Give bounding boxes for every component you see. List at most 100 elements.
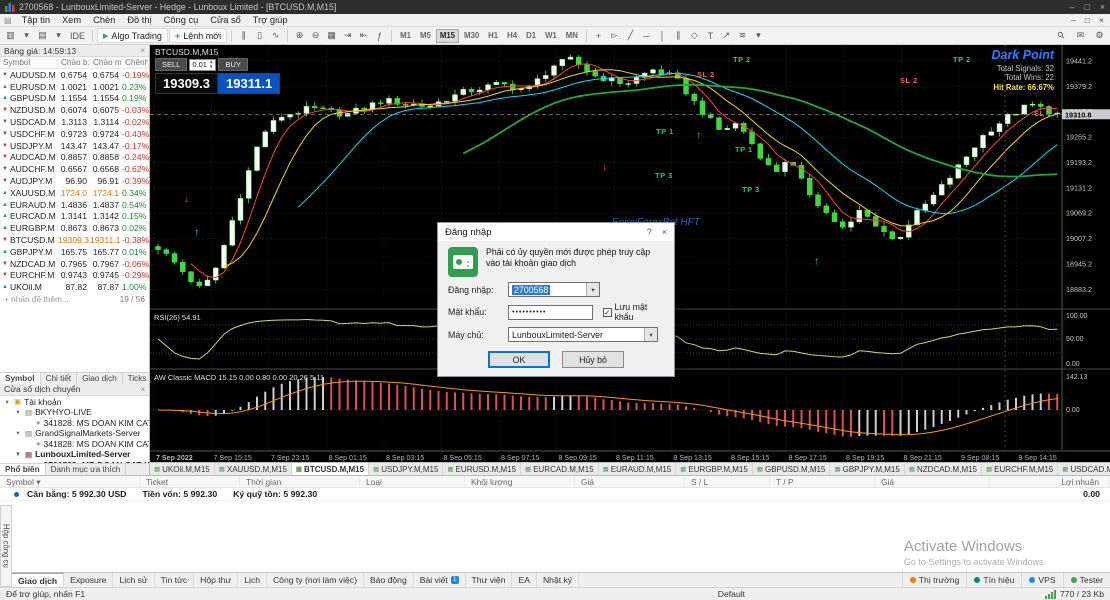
toolbox-column-10[interactable]: Lợi nhuận — [990, 476, 1110, 487]
column-header[interactable]: Chào b. — [58, 58, 90, 67]
chart-tab-eurgbp-m-m15[interactable]: ▦EURGBP.M,M15 — [676, 463, 753, 475]
market-watch-tab-giao-dịch[interactable]: Giao dịch — [77, 373, 123, 384]
navigator-tab[interactable]: Phổ biến — [0, 464, 46, 475]
toolbox-tab-b-o-ng[interactable]: Báo động — [364, 573, 414, 587]
trendline-icon[interactable]: ╱ — [623, 28, 638, 43]
timeframe-m1[interactable]: M1 — [396, 29, 415, 43]
toolbox-tab-th-vi-n[interactable]: Thư viện — [466, 573, 513, 587]
bar-chart-icon[interactable]: ∥ — [236, 28, 251, 43]
toolbox-column-8[interactable]: T / P — [770, 476, 875, 487]
close-icon[interactable]: × — [140, 46, 145, 55]
timeframe-mn[interactable]: MN — [562, 29, 582, 43]
titlebar[interactable]: 2700568 - LunbouxLimited-Server - Hedge … — [0, 0, 1110, 14]
chart-dropdown-icon[interactable]: ▾ — [19, 28, 34, 43]
timeframe-h1[interactable]: H1 — [484, 29, 502, 43]
t-n-hi-u-button[interactable]: Tín hiệu — [966, 573, 1021, 587]
line-chart-icon[interactable]: ∿ — [268, 28, 283, 43]
collapsed-toolbox-tab[interactable]: Hộp công cụ — [0, 505, 12, 587]
market-watch-row[interactable]: ▲UKOil.M87.8287.871.00% — [0, 281, 149, 293]
chart-tab-ukoil-m-m15[interactable]: ▦UKOil.M,M15 — [150, 463, 215, 475]
menu-item[interactable]: Tập tin — [16, 15, 56, 25]
timeframe-m15[interactable]: M15 — [436, 29, 459, 43]
market-watch-row[interactable]: ▼AUDCAD.M0.88570.8858-0.24% — [0, 152, 149, 164]
market-watch-add-row[interactable]: + nhấn để thêm... 19 / 56 — [0, 293, 149, 305]
market-watch-row[interactable]: ▲EURAUD.M1.48361.48370.54% — [0, 199, 149, 211]
menu-item[interactable]: Trợ giúp — [247, 15, 294, 25]
market-watch-row[interactable]: ▼BTCUSD.M19309.319311.1-0.38% — [0, 234, 149, 246]
minimize-button[interactable]: – — [1070, 2, 1075, 12]
candlestick-icon[interactable]: ▯ — [252, 28, 267, 43]
channel-icon[interactable]: ∥ — [671, 28, 686, 43]
toolbox-column-5[interactable]: Khối lượng — [465, 476, 575, 487]
tree-item[interactable]: ▾▤GrandSignalMarkets-Server — [0, 428, 149, 439]
objects-dropdown-icon[interactable]: ▾ — [751, 28, 766, 43]
dialog-close-button[interactable]: × — [662, 227, 667, 237]
tree-item[interactable]: ●341828: MS DOAN KIM CAT I — [0, 439, 149, 450]
metaeditor-button[interactable]: IDE — [67, 28, 88, 43]
chevron-down-icon[interactable]: ▾ — [586, 283, 599, 296]
indicators-icon[interactable]: ƒ — [372, 28, 387, 43]
autoscroll-icon[interactable]: ⇥ — [340, 28, 355, 43]
chart-tab-xauusd-m-m15[interactable]: ▦XAUUSD.M,M15 — [215, 463, 292, 475]
shapes-icon[interactable]: ◇ — [687, 28, 702, 43]
close-icon[interactable]: × — [140, 385, 145, 394]
market-watch-row[interactable]: ▼NZDCAD.M0.79650.7967-0.06% — [0, 258, 149, 270]
password-field[interactable]: •••••••••• — [508, 305, 593, 320]
toolbox-columns[interactable]: Symbol ▾TicketThời gianLoạiKhối lượngGiá… — [0, 476, 1110, 488]
account-balance-row[interactable]: Cân bằng: 5 992.30 USD Tiền vốn: 5 992.3… — [0, 488, 1110, 501]
volume-spin-icons[interactable]: ▲▼ — [209, 60, 213, 69]
timeframe-w1[interactable]: W1 — [541, 29, 561, 43]
vertical-line-icon[interactable]: │ — [655, 28, 670, 43]
toolbox-column-9[interactable]: Giá — [875, 476, 990, 487]
toolbox-tab-tin-t-c[interactable]: Tin tức — [155, 573, 194, 587]
market-watch-row[interactable]: ▼AUDUSD.M0.67540.6754-0.19% — [0, 69, 149, 81]
market-watch-tab-symbol[interactable]: Symbol — [0, 373, 41, 384]
toolbox-column-3[interactable]: Thời gian — [240, 476, 360, 487]
tree-item[interactable]: ▾▤LunbouxLimited-Server — [0, 449, 149, 460]
twisty-icon[interactable]: ▾ — [14, 429, 22, 437]
profiles-dropdown-icon[interactable]: ▾ — [51, 28, 66, 43]
toolbox-tab-nh-t-k-[interactable]: Nhật ký — [537, 573, 579, 587]
toolbox-tab-h-p-th-[interactable]: Hộp thư — [194, 573, 238, 587]
chart-tab-btcusd-m-m15[interactable]: ▦BTCUSD.M,M15 — [292, 463, 369, 475]
toolbox-column-7[interactable]: S / L — [685, 476, 770, 487]
profile-selector[interactable]: Default — [718, 589, 745, 599]
twisty-icon[interactable]: ▾ — [14, 450, 22, 458]
buy-button[interactable]: BUY — [218, 58, 247, 71]
chart-tab-eurcad-m-m15[interactable]: ▦EURCAD.M,M15 — [521, 463, 599, 475]
chart-tab-gbpusd-m-m15[interactable]: ▦GBPUSD.M,M15 — [753, 463, 831, 475]
toolbox-tab-ea[interactable]: EA — [512, 573, 536, 587]
timeframe-m5[interactable]: M5 — [416, 29, 435, 43]
toolbox-tab-c-ng-ty-n-i-l-m-vi-c-[interactable]: Công ty (nơi làm việc) — [267, 573, 364, 587]
chevron-down-icon[interactable]: ▾ — [644, 328, 657, 341]
market-watch-header[interactable]: Bảng giá: 14:59:13 × — [0, 45, 149, 57]
arrow-tool-icon[interactable]: ↗ — [719, 28, 734, 43]
menu-item[interactable]: Cửa sổ — [204, 15, 247, 25]
dialog-help-button[interactable]: ? — [647, 227, 652, 237]
toolbox-tab-l-ch[interactable]: Lịch — [238, 573, 267, 587]
bid-price[interactable]: 19309.3 — [155, 73, 218, 94]
volume-stepper[interactable]: 0.01 ▲▼ — [189, 59, 216, 71]
chart-tab-gbpjpy-m-m15[interactable]: ▦GBPJPY.M,M15 — [830, 463, 904, 475]
cancel-button[interactable]: Hủy bỏ — [562, 351, 624, 368]
toolbox-tab-exposure[interactable]: Exposure — [64, 573, 113, 587]
navigator-tab[interactable]: Danh mục ưa thích — [46, 464, 127, 475]
maximize-button[interactable]: □ — [1085, 2, 1090, 12]
toolbox-column-2[interactable]: Ticket — [140, 476, 240, 487]
menu-item[interactable]: Đồ thị — [121, 15, 157, 25]
chart-tab-euraud-m-m15[interactable]: ▦EURAUD.M,M15 — [599, 463, 677, 475]
child-close-button[interactable]: × — [1099, 15, 1104, 25]
login-combobox[interactable]: 2700568 ▾ — [508, 282, 600, 297]
chart-tab-usdjpy-m-m15[interactable]: ▦USDJPY.M,M15 — [369, 463, 443, 475]
twisty-icon[interactable]: ▾ — [14, 408, 22, 416]
server-combobox[interactable]: LunbouxLimited-Server ▾ — [508, 327, 658, 342]
chart-tab-usdcad-m-m15[interactable]: ▦USDCAD.M,M15 — [1058, 463, 1110, 475]
th-tr-ng-button[interactable]: Thị trường — [902, 573, 967, 587]
timeframe-m30[interactable]: M30 — [460, 29, 483, 43]
column-header[interactable]: Chào m. — [90, 58, 122, 67]
zoom-in-icon[interactable]: ⊕ — [292, 28, 307, 43]
market-watch-row[interactable]: ▲XAUUSD.M1724.01724.10.34% — [0, 187, 149, 199]
vps-button[interactable]: VPS — [1021, 573, 1062, 587]
toolbox-tab-b-i-vi-t[interactable]: Bài viết1 — [414, 573, 466, 587]
column-header[interactable]: Symbol — [0, 58, 58, 67]
